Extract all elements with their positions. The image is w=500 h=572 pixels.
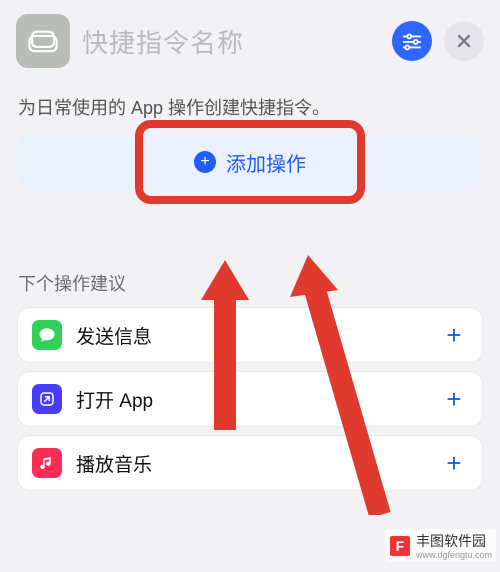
- add-suggestion-button[interactable]: +: [440, 385, 468, 413]
- suggestion-play-music[interactable]: 播放音乐 +: [18, 436, 482, 490]
- plus-circle-icon: +: [194, 151, 216, 173]
- add-action-container: + 添加操作: [18, 134, 482, 190]
- sliders-icon: [401, 30, 423, 52]
- shortcut-name-input[interactable]: 快捷指令名称: [82, 23, 380, 60]
- add-suggestion-button[interactable]: +: [440, 321, 468, 349]
- watermark: F 丰图软件园 www.dgfengtu.com: [386, 529, 496, 562]
- suggestion-send-message[interactable]: 发送信息 +: [18, 308, 482, 362]
- suggestion-open-app[interactable]: 打开 App +: [18, 372, 482, 426]
- open-app-icon: [32, 384, 62, 414]
- suggestions-list: 发送信息 + 打开 App + 播放音乐 +: [0, 308, 500, 490]
- message-icon: [32, 320, 62, 350]
- suggestion-label: 播放音乐: [76, 450, 426, 477]
- settings-button[interactable]: [392, 21, 432, 61]
- add-action-button[interactable]: + 添加操作: [194, 148, 306, 177]
- add-suggestion-button[interactable]: +: [440, 449, 468, 477]
- page-subtitle: 为日常使用的 App 操作创建快捷指令。: [0, 86, 500, 134]
- stacked-tiles-icon: [26, 24, 60, 58]
- close-icon: [456, 33, 472, 49]
- suggestion-label: 打开 App: [76, 386, 426, 413]
- suggestion-label: 发送信息: [76, 322, 426, 349]
- watermark-url: www.dgfengtu.com: [416, 551, 492, 560]
- close-button[interactable]: [444, 21, 484, 61]
- music-icon: [32, 448, 62, 478]
- add-action-label: 添加操作: [226, 148, 306, 177]
- shortcut-app-icon: [16, 14, 70, 68]
- suggestions-header: 下个操作建议: [0, 190, 500, 308]
- watermark-logo-icon: F: [390, 536, 410, 556]
- watermark-title: 丰图软件园: [416, 533, 486, 549]
